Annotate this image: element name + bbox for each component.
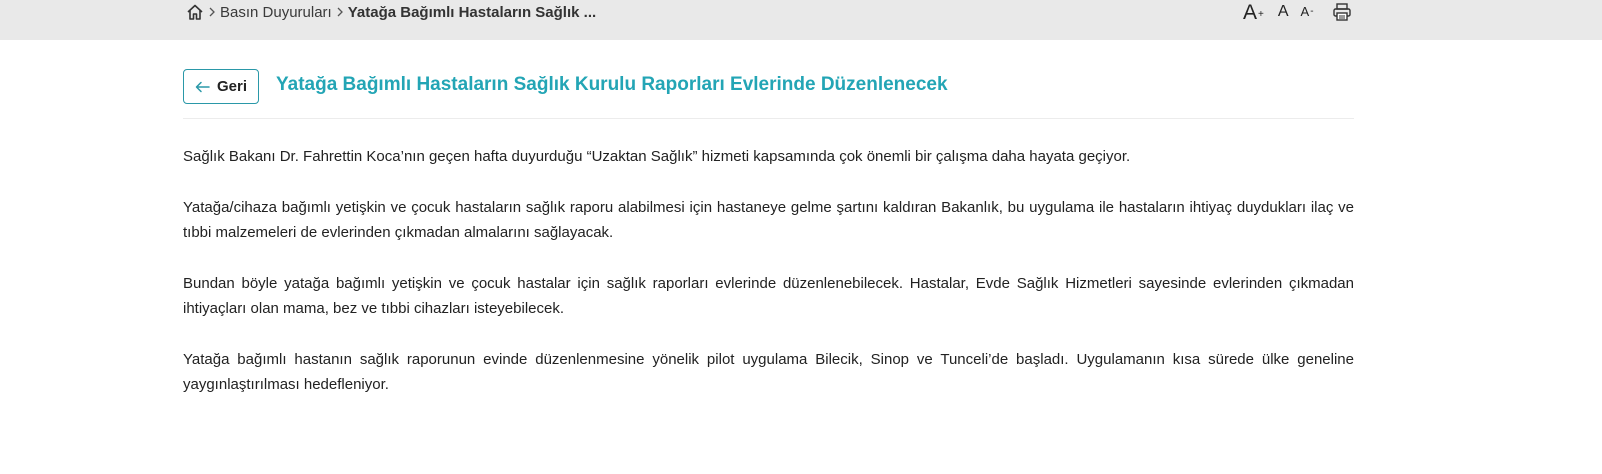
text-tools: A + A A- xyxy=(1243,0,1352,24)
home-icon[interactable] xyxy=(186,3,204,21)
font-normal-button[interactable]: A xyxy=(1278,4,1289,20)
chevron-right-icon xyxy=(332,7,348,17)
breadcrumb-item-basin-duyurulari[interactable]: Basın Duyuruları xyxy=(220,4,332,21)
arrow-left-icon xyxy=(195,81,211,93)
breadcrumb: Basın Duyuruları Yatağa Bağımlı Hastalar… xyxy=(186,1,596,23)
font-decrease-button[interactable]: A- xyxy=(1301,5,1314,19)
article-paragraph: Yatağa bağımlı hastanın sağlık raporunun… xyxy=(183,351,1354,393)
article-paragraph: Yatağa/cihaza bağımlı yetişkin ve çocuk … xyxy=(183,199,1354,241)
printer-icon[interactable] xyxy=(1332,2,1352,22)
breadcrumb-current: Yatağa Bağımlı Hastaların Sağlık ... xyxy=(347,3,597,21)
article-paragraph: Bundan böyle yatağa bağımlı yetişkin ve … xyxy=(183,275,1354,317)
back-button-label: Geri xyxy=(216,78,247,95)
font-increase-mark: + xyxy=(1258,8,1264,20)
back-button[interactable]: Geri xyxy=(183,69,259,104)
font-normal-letter: A xyxy=(1277,3,1289,20)
article-paragraph: Sağlık Bakanı Dr. Fahrettin Koca’nın geç… xyxy=(183,148,1131,165)
top-bar: Basın Duyuruları Yatağa Bağımlı Hastalar… xyxy=(0,0,1602,40)
article-body: Sağlık Bakanı Dr. Fahrettin Koca’nın geç… xyxy=(183,144,1354,423)
font-decrease-mark: - xyxy=(1310,6,1314,17)
divider xyxy=(183,118,1354,119)
font-increase-letter: A xyxy=(1243,0,1258,24)
font-decrease-letter: A xyxy=(1300,4,1310,19)
page-title: Yatağa Bağımlı Hastaların Sağlık Kurulu … xyxy=(276,74,948,95)
font-increase-button[interactable]: A + xyxy=(1243,2,1264,23)
chevron-right-icon xyxy=(204,7,220,17)
